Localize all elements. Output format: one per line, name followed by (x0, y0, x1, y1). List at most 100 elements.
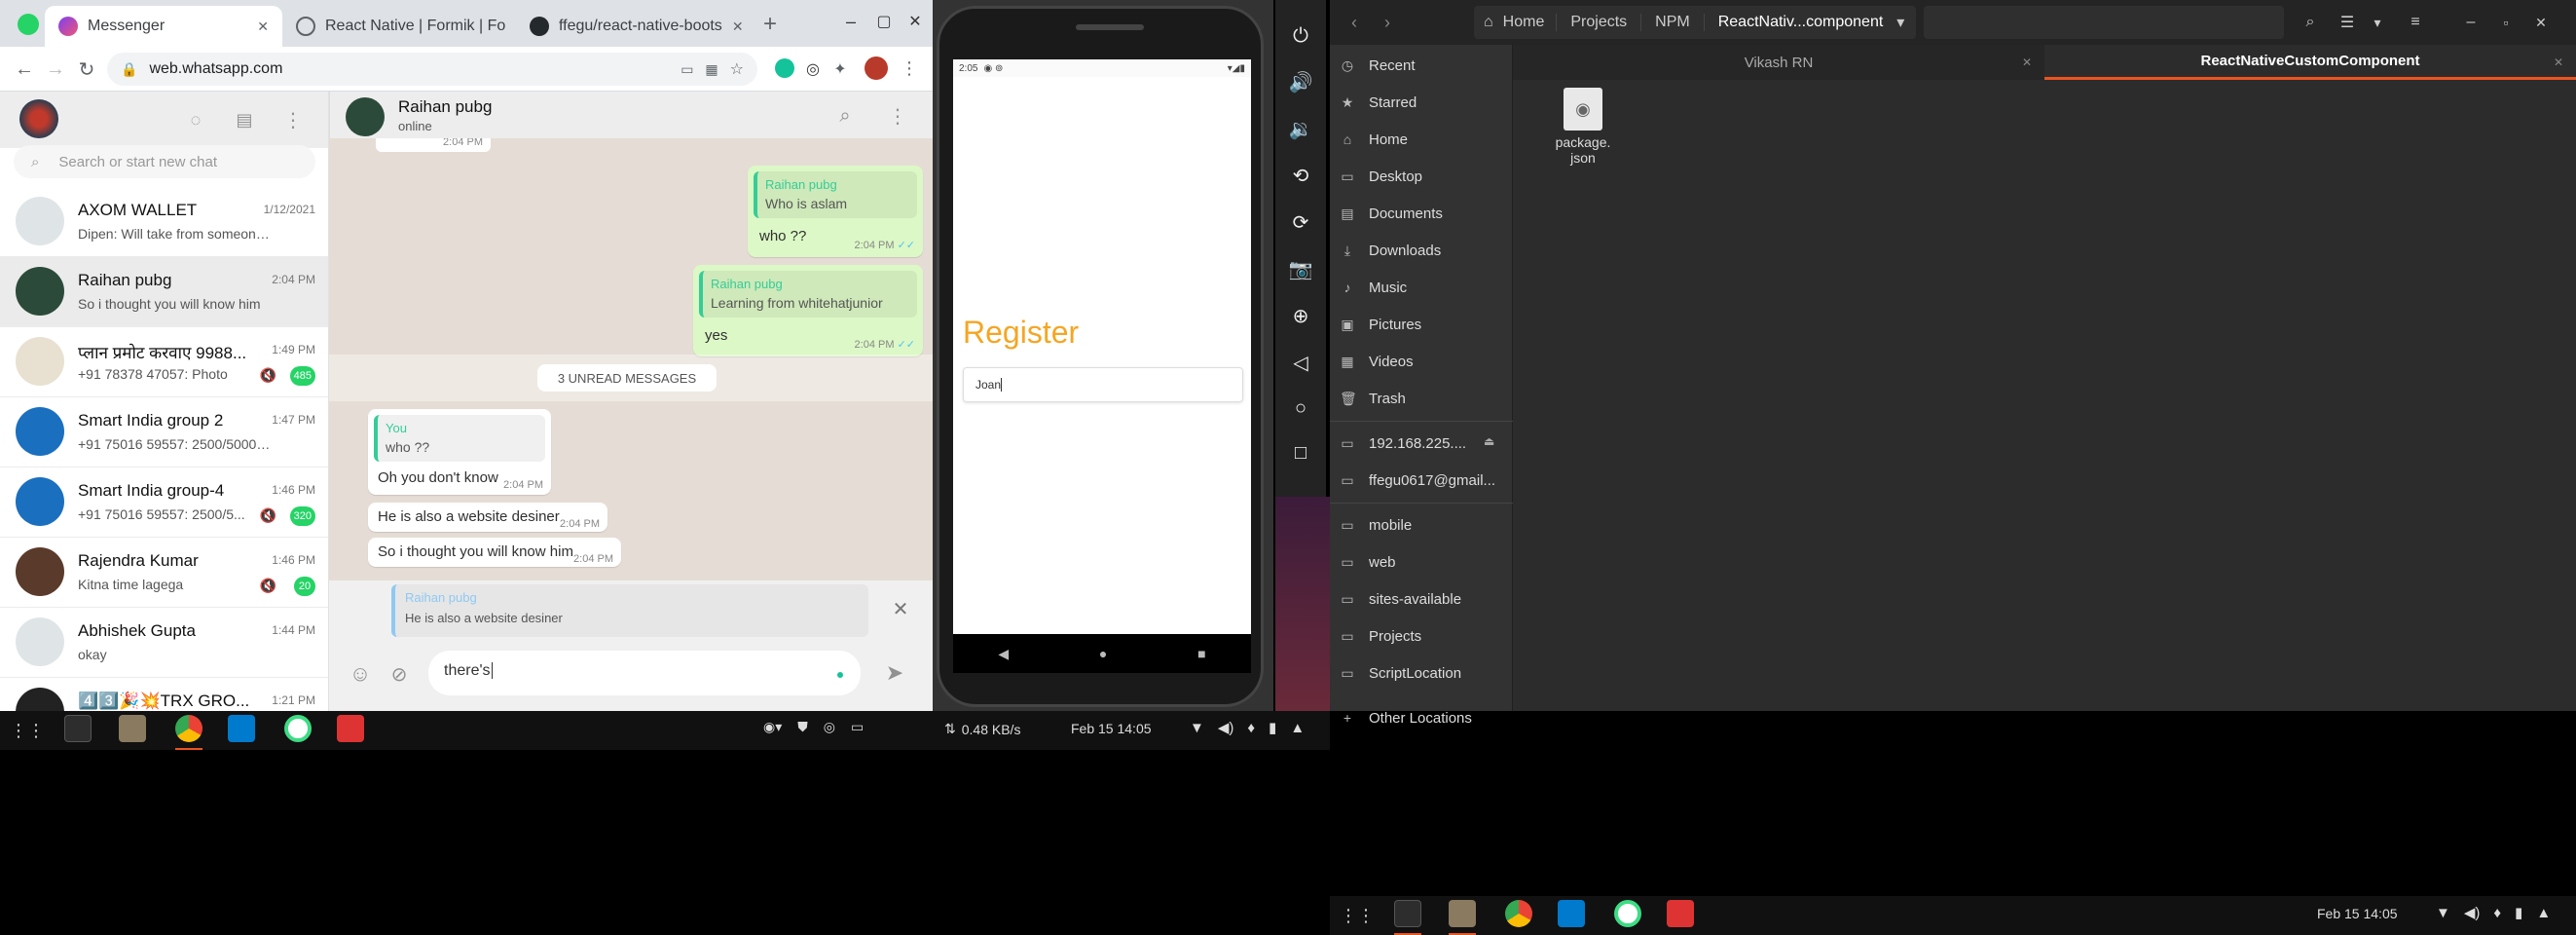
maximize-button[interactable]: ▫ (2494, 8, 2518, 37)
menu-dots-icon[interactable]: ⋮ (280, 107, 306, 132)
close-tab-icon[interactable]: ✕ (2551, 55, 2566, 70)
clock[interactable]: Feb 15 14:05 (1071, 721, 1152, 736)
quoted-message[interactable]: Raihan pubg Who is aslam (754, 171, 917, 218)
system-tray[interactable]: ▼ ◀) ♦ ▮ ▲ (1190, 719, 1305, 737)
sidebar-item-trash[interactable]: 🗑 Trash (1340, 382, 1513, 415)
overview-icon[interactable]: □ (1295, 442, 1306, 465)
chat-list-item[interactable]: Rajendra Kumar 1:46 PM Kitna time lagega 🔇 2… (0, 538, 328, 608)
status-icon[interactable]: ◌ (183, 107, 208, 132)
eject-icon[interactable]: ⏏ (1484, 434, 1494, 448)
sidebar-item-videos[interactable]: ▦ Videos (1340, 345, 1513, 378)
app-grid-icon[interactable]: ⋮⋮ (1340, 904, 1375, 927)
close-window-button[interactable]: ✕ (903, 10, 927, 33)
screen-icon[interactable]: ▭ (851, 719, 864, 735)
app-grid-icon[interactable]: ⋮⋮ (10, 719, 45, 742)
terminal-icon[interactable] (64, 715, 92, 742)
app-icon[interactable] (1667, 900, 1694, 927)
vscode-icon[interactable] (228, 715, 255, 742)
sidebar-item-web[interactable]: ▭ web (1340, 545, 1513, 579)
record-icon[interactable]: ◎ (824, 719, 835, 735)
recents-nav-icon[interactable]: ■ (1197, 646, 1205, 661)
address-bar[interactable]: 🔒 web.whatsapp.com ▭ ▦ ☆ (107, 53, 757, 86)
volume-up-icon[interactable]: 🔊 (1289, 70, 1313, 94)
path-home[interactable]: Home (1503, 14, 1557, 31)
rotate-right-icon[interactable]: ⟳ (1293, 210, 1309, 235)
chrome-icon[interactable] (175, 715, 202, 742)
chat-list-item[interactable]: AXOM WALLET 1/12/2021 Dipen: Will take fro… (0, 187, 328, 257)
menu-dots-icon[interactable]: ⋮ (900, 56, 919, 80)
back-nav-icon[interactable]: ◀ (998, 646, 1009, 662)
emoji-icon[interactable]: ☺ (347, 660, 374, 688)
app-icon[interactable] (337, 715, 364, 742)
conversation-header[interactable]: Raihan pubg online ⌕ ⋮ (329, 92, 933, 138)
sidebar-item-pictures[interactable]: ▣ Pictures (1340, 308, 1513, 341)
profile-avatar[interactable] (865, 56, 888, 80)
new-chat-icon[interactable]: ▤ (232, 107, 257, 132)
list-view-icon[interactable]: ☰ (2333, 8, 2362, 37)
path-current[interactable]: ReactNativ...component (1703, 14, 1897, 31)
name-input[interactable]: Joan (963, 367, 1243, 402)
location-bar[interactable] (1924, 6, 2284, 39)
back-button[interactable]: ← (12, 56, 37, 82)
minimize-button[interactable]: – (2459, 8, 2483, 37)
new-tab-button[interactable]: + (757, 11, 783, 37)
file-package-json[interactable]: ◉ package. json (1534, 88, 1632, 175)
camera-icon[interactable]: 📷 (1289, 257, 1313, 281)
close-tab-icon[interactable]: ✕ (732, 19, 744, 35)
chat-list-item[interactable]: Raihan pubg 2:04 PM So i thought you will … (0, 257, 328, 327)
bookmark-star-icon[interactable]: ☆ (730, 59, 744, 79)
tab-messenger[interactable]: Messenger ✕ (45, 6, 282, 47)
menu-dots-icon[interactable]: ⋮ (885, 103, 910, 129)
sidebar-item-scriptlocation[interactable]: ▭ ScriptLocation (1340, 656, 1513, 690)
chevron-down-icon[interactable]: ▾ (1896, 13, 1916, 32)
tab-github[interactable]: ffegu/react-native-boots ✕ (516, 6, 748, 47)
path-projects[interactable]: Projects (1556, 14, 1640, 31)
volume-down-icon[interactable]: 🔉 (1289, 117, 1313, 141)
chrome-icon[interactable] (1505, 900, 1532, 927)
home-icon[interactable]: ○ (1295, 397, 1306, 420)
search-input[interactable]: ⌕ Search or start new chat (14, 145, 315, 178)
tab-react-native-custom-component[interactable]: ReactNativeCustomComponent (2044, 45, 2576, 80)
reload-button[interactable]: ↻ (74, 56, 99, 82)
attach-icon[interactable]: ⊘ (386, 660, 413, 688)
search-icon[interactable]: ⌕ (2296, 8, 2325, 37)
search-icon[interactable]: ⌕ (832, 103, 858, 129)
path-npm[interactable]: NPM (1640, 14, 1704, 31)
clock[interactable]: Feb 15 14:05 (2317, 906, 2398, 921)
sidebar-item-music[interactable]: ♪ Music (1340, 271, 1513, 304)
close-tab-icon[interactable]: ✕ (2019, 55, 2035, 70)
chat-list-item[interactable]: Smart India group 2 1:47 PM +91 75016 5955… (0, 397, 328, 468)
android-studio-icon[interactable] (1614, 900, 1641, 927)
home-icon[interactable]: ⌂ (1474, 14, 1503, 31)
vscode-icon[interactable] (1558, 900, 1585, 927)
power-icon[interactable]: ⏻ (1293, 25, 1308, 48)
phone-screen[interactable]: 2:05 ◉ ⊚ ▾◢▮ Register Joan (953, 59, 1251, 634)
grammarly-icon[interactable] (775, 58, 794, 78)
zoom-icon[interactable]: ⊕ (1293, 304, 1309, 328)
files-icon[interactable] (1449, 900, 1476, 927)
sidebar-item-projects[interactable]: ▭ Projects (1340, 619, 1513, 653)
message-area[interactable]: 2:04 PM Raihan pubg Who is aslam who ?? … (329, 138, 933, 637)
qr-code-icon[interactable]: ▦ (705, 61, 718, 78)
sidebar-item-other-locations[interactable]: + Other Locations (1340, 701, 1513, 734)
sidebar-item-ffegu0617-gmail[interactable]: ▭ ffegu0617@gmail... (1340, 464, 1513, 497)
menu-icon[interactable]: ≡ (2401, 8, 2430, 37)
minimize-button[interactable]: – (839, 10, 863, 33)
back-button[interactable]: ‹ (1340, 8, 1369, 37)
gamepad-icon[interactable]: ◉▾ (763, 719, 782, 735)
terminal-icon[interactable] (1394, 900, 1421, 927)
back-icon[interactable]: ◁ (1293, 351, 1307, 375)
forward-button[interactable]: → (43, 56, 68, 82)
rotate-left-icon[interactable]: ⟲ (1293, 164, 1309, 188)
chat-list-item[interactable]: प्लान प्रमोट करवाए 9988... 1:49 PM +91 783… (0, 327, 328, 397)
my-avatar[interactable] (19, 99, 58, 138)
sidebar-item-documents[interactable]: ▤ Documents (1340, 197, 1513, 230)
files-icon[interactable] (119, 715, 146, 742)
sidebar-item-downloads[interactable]: ⤓ Downloads (1340, 234, 1513, 267)
sidebar-item-mobile[interactable]: ▭ mobile (1340, 508, 1513, 542)
puzzle-icon[interactable]: ✦ (829, 58, 851, 80)
message-input[interactable]: there's (428, 651, 861, 695)
chevron-down-icon[interactable]: ▾ (2366, 8, 2389, 37)
sidebar-item-starred[interactable]: ★ Starred (1340, 86, 1513, 119)
maximize-button[interactable]: ▢ (872, 10, 896, 33)
